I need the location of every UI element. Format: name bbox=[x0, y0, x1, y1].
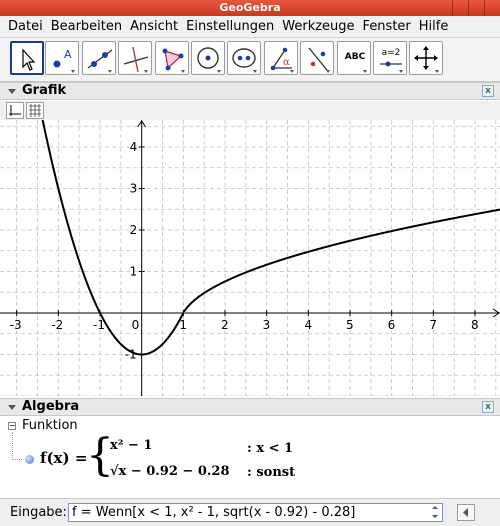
window-title: GeoGebra bbox=[219, 1, 281, 14]
toggle-grid-button[interactable] bbox=[26, 102, 44, 119]
y-tick-label: 1 bbox=[130, 264, 138, 278]
line-tool-button[interactable] bbox=[82, 41, 116, 75]
svg-text:A: A bbox=[64, 48, 72, 61]
angle-icon: α bbox=[270, 47, 294, 73]
slider-icon bbox=[380, 61, 403, 73]
perpendicular-line-icon bbox=[123, 46, 149, 73]
menu-einstellungen[interactable]: Einstellungen bbox=[186, 19, 274, 34]
menu-bearbeiten[interactable]: Bearbeiten bbox=[51, 19, 122, 34]
input-bar: Eingabe: f = Wenn[x < 1, x² - 1, sqrt(x … bbox=[0, 498, 500, 526]
window-controls bbox=[452, 0, 500, 16]
close-graphics-icon[interactable]: x bbox=[482, 85, 494, 97]
svg-text:α: α bbox=[283, 57, 290, 68]
input-help-icon bbox=[463, 508, 468, 517]
axes bbox=[0, 120, 500, 396]
algebra-view: − Funktion f(x) = { x² − 1 : x < 1 √x − 0… bbox=[0, 416, 500, 498]
x-tick-label: -2 bbox=[51, 318, 63, 332]
close-algebra-icon[interactable]: x bbox=[482, 401, 494, 413]
ellipse-tool-button[interactable] bbox=[227, 41, 261, 75]
close-window-button[interactable] bbox=[484, 0, 500, 16]
maximize-button[interactable] bbox=[468, 0, 484, 16]
case-2-expression: √x − 0.92 − 0.28 bbox=[110, 464, 230, 479]
object-folder[interactable]: − Funktion bbox=[8, 418, 78, 433]
function-graph[interactable] bbox=[0, 120, 500, 356]
x-tick-label: 5 bbox=[346, 318, 354, 332]
point-tool-button[interactable]: A bbox=[45, 41, 79, 75]
graphics-style-bar bbox=[0, 101, 500, 120]
x-tick-label: -3 bbox=[10, 318, 22, 332]
dropdown-arrow-icon bbox=[363, 70, 367, 73]
case-1-expression: x² − 1 bbox=[110, 438, 153, 453]
graphics-panel-header[interactable]: Grafik x bbox=[0, 82, 500, 100]
menu-bar: Datei Bearbeiten Ansicht Einstellungen W… bbox=[0, 16, 500, 38]
x-tick-label: 8 bbox=[471, 318, 479, 332]
circle-tool-button[interactable] bbox=[191, 41, 225, 75]
circle-center-point-icon bbox=[197, 47, 221, 73]
y-tick-label: 2 bbox=[130, 223, 138, 237]
x-tick-label: 3 bbox=[263, 318, 271, 332]
line-through-points-icon bbox=[87, 49, 113, 73]
collapse-triangle-icon[interactable] bbox=[8, 405, 16, 410]
move-tool-button[interactable] bbox=[10, 41, 44, 75]
x-tick-label: 6 bbox=[388, 318, 396, 332]
collapse-triangle-icon[interactable] bbox=[8, 89, 16, 94]
visibility-toggle-icon[interactable] bbox=[25, 455, 34, 464]
axes-icon bbox=[9, 105, 21, 116]
grid bbox=[0, 120, 500, 396]
input-label: Eingabe: bbox=[10, 505, 67, 520]
slider-tool-button[interactable]: a=2 bbox=[373, 41, 407, 75]
polygon-tool-button[interactable] bbox=[155, 41, 189, 75]
tool-bar: A α ABC a=2 bbox=[0, 38, 500, 114]
x-tick-label: 2 bbox=[221, 318, 229, 332]
x-tick-label: 7 bbox=[429, 318, 437, 332]
menu-werkzeuge[interactable]: Werkzeuge bbox=[282, 19, 354, 34]
function-definition[interactable]: f(x) = bbox=[40, 449, 87, 467]
text-tool-button[interactable]: ABC bbox=[337, 41, 371, 75]
minimize-button[interactable] bbox=[452, 0, 468, 16]
menu-datei[interactable]: Datei bbox=[8, 19, 43, 34]
input-dropdown-icon[interactable] bbox=[429, 505, 441, 519]
menu-hilfe[interactable]: Hilfe bbox=[419, 19, 449, 34]
input-help-button[interactable] bbox=[457, 504, 475, 521]
graphics-view[interactable]: -3 -2 -1 0 1 2 3 4 5 6 7 8-11234 bbox=[0, 120, 500, 396]
reflect-about-line-icon bbox=[308, 47, 330, 73]
angle-tool-button[interactable]: α bbox=[264, 41, 298, 75]
grid-icon bbox=[29, 104, 41, 117]
ellipse-icon bbox=[232, 48, 257, 73]
window-title-bar: GeoGebra bbox=[0, 0, 500, 16]
menu-ansicht[interactable]: Ansicht bbox=[130, 19, 178, 34]
tree-connector bbox=[12, 432, 22, 460]
move-arrows-icon bbox=[414, 46, 439, 73]
cursor-icon bbox=[22, 48, 36, 71]
perpendicular-tool-button[interactable] bbox=[118, 41, 152, 75]
y-tick-label: 3 bbox=[130, 181, 138, 195]
algebra-panel-header[interactable]: Algebra x bbox=[0, 398, 500, 416]
reflect-tool-button[interactable] bbox=[300, 41, 334, 75]
x-tick-label: 4 bbox=[304, 318, 312, 332]
y-tick-label: 4 bbox=[130, 140, 138, 154]
collapse-folder-icon[interactable]: − bbox=[8, 422, 16, 430]
x-tick-label: 0 bbox=[132, 318, 140, 332]
input-field[interactable]: f = Wenn[x < 1, x² - 1, sqrt(x - 0.92) -… bbox=[68, 503, 443, 522]
algebra-panel-title: Algebra bbox=[22, 399, 80, 414]
move-graphics-tool-button[interactable] bbox=[409, 41, 443, 75]
case-2-condition: : sonst bbox=[247, 465, 296, 480]
graphics-panel-title: Grafik bbox=[22, 83, 67, 98]
toggle-axes-button[interactable] bbox=[6, 102, 24, 119]
polygon-icon bbox=[162, 48, 185, 73]
new-point-icon: A bbox=[53, 48, 75, 73]
case-1-condition: : x < 1 bbox=[247, 441, 294, 456]
function-name: f(x) bbox=[40, 449, 70, 467]
menu-fenster[interactable]: Fenster bbox=[363, 19, 411, 34]
folder-label: Funktion bbox=[22, 418, 78, 433]
